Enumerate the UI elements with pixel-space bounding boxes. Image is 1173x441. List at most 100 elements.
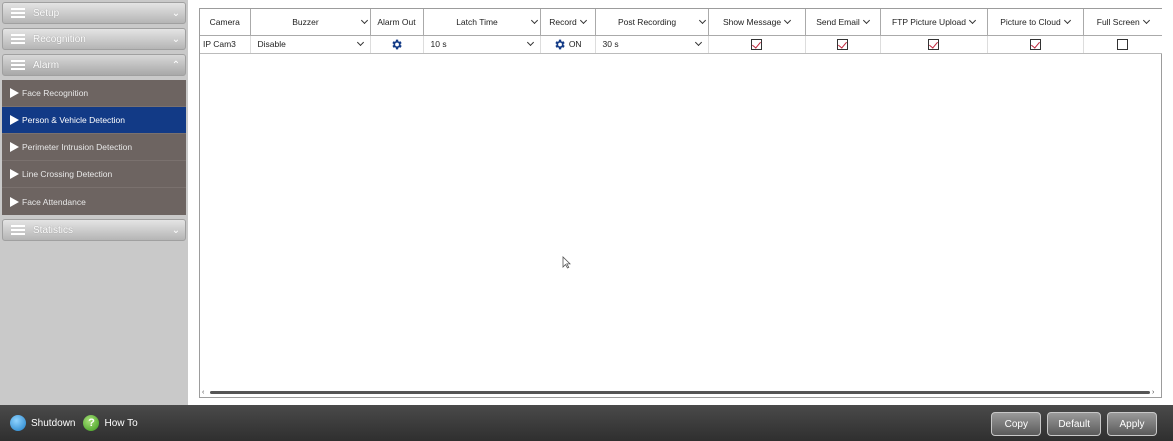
chevron-down-icon bbox=[862, 16, 870, 24]
show-message-cell bbox=[708, 35, 806, 54]
latch-time-select[interactable]: 10 s bbox=[423, 35, 541, 54]
scroll-left-icon[interactable]: ‹ bbox=[202, 389, 208, 396]
shutdown-label: Shutdown bbox=[31, 417, 76, 429]
how-to-label: How To bbox=[104, 417, 138, 429]
mouse-cursor-icon bbox=[562, 256, 571, 269]
show-message-checkbox[interactable] bbox=[751, 38, 762, 50]
col-header-post-recording[interactable]: Post Recording bbox=[595, 9, 709, 36]
sidebar-item-person-vehicle-detection[interactable]: Person & Vehicle Detection bbox=[2, 107, 186, 134]
col-header-full-screen[interactable]: Full Screen bbox=[1083, 9, 1162, 36]
gear-icon bbox=[555, 39, 566, 49]
col-header-label: Record bbox=[549, 16, 577, 27]
post-recording-value: 30 s bbox=[602, 39, 619, 49]
alarm-settings-panel: Camera Buzzer Alarm Out Latch Time Recor… bbox=[199, 8, 1162, 398]
sidebar-item-face-recognition[interactable]: Face Recognition bbox=[2, 80, 186, 107]
chevron-down-icon: ⌄ bbox=[171, 7, 181, 19]
col-header-buzzer[interactable]: Buzzer bbox=[250, 9, 371, 36]
chevron-down-icon bbox=[530, 16, 538, 24]
sidebar-section-alarm[interactable]: Alarm ⌃ bbox=[2, 54, 186, 76]
col-header-show-message[interactable]: Show Message bbox=[708, 9, 806, 36]
chevron-down-icon bbox=[526, 38, 534, 47]
sidebar-item-perimeter-intrusion[interactable]: Perimeter Intrusion Detection bbox=[2, 134, 186, 161]
col-header-label: Buzzer bbox=[292, 16, 319, 27]
default-button[interactable]: Default bbox=[1047, 412, 1101, 436]
record-settings-button[interactable]: ON bbox=[540, 35, 596, 54]
sidebar-item-label: Person & Vehicle Detection bbox=[22, 115, 126, 125]
alarm-submenu: Face Recognition Person & Vehicle Detect… bbox=[2, 80, 186, 215]
shutdown-button[interactable]: Shutdown bbox=[10, 415, 75, 431]
col-header-record[interactable]: Record bbox=[540, 9, 596, 36]
play-triangle-icon bbox=[10, 196, 19, 207]
copy-button[interactable]: Copy bbox=[991, 412, 1042, 436]
ftp-upload-checkbox[interactable] bbox=[928, 38, 939, 50]
chevron-down-icon bbox=[698, 16, 706, 24]
apply-button[interactable]: Apply bbox=[1107, 412, 1157, 436]
sidebar-item-label: Face Recognition bbox=[22, 88, 89, 98]
sidebar-item-label: Line Crossing Detection bbox=[22, 169, 113, 179]
chevron-down-icon bbox=[694, 38, 702, 47]
sidebar-section-setup[interactable]: Setup ⌄ bbox=[2, 2, 186, 24]
sidebar-section-recognition[interactable]: Recognition ⌄ bbox=[2, 28, 186, 50]
col-header-camera: Camera bbox=[200, 9, 251, 36]
play-triangle-icon bbox=[10, 115, 19, 125]
chevron-down-icon bbox=[360, 16, 368, 24]
sidebar-section-label: Recognition bbox=[33, 33, 86, 45]
latch-time-value: 10 s bbox=[430, 39, 447, 49]
power-icon bbox=[10, 415, 26, 431]
how-to-button[interactable]: ? How To bbox=[83, 415, 138, 431]
col-header-label: Send Email bbox=[816, 16, 860, 27]
ftp-upload-cell bbox=[880, 35, 988, 54]
sidebar-section-label: Setup bbox=[33, 7, 60, 19]
play-triangle-icon bbox=[10, 88, 19, 98]
col-header-label: FTP Picture Upload bbox=[891, 16, 966, 27]
chevron-down-icon: ⌄ bbox=[171, 224, 181, 236]
buzzer-select[interactable]: Disable bbox=[250, 35, 371, 54]
buzzer-select-value: Disable bbox=[257, 39, 286, 49]
col-header-alarm-out: Alarm Out bbox=[370, 9, 424, 36]
chevron-down-icon: ⌄ bbox=[171, 33, 181, 45]
sidebar-section-label: Alarm bbox=[33, 59, 60, 71]
alarm-settings-table: Camera Buzzer Alarm Out Latch Time Recor… bbox=[200, 9, 1162, 54]
send-email-cell bbox=[805, 35, 881, 54]
col-header-send-email[interactable]: Send Email bbox=[805, 9, 881, 36]
chevron-down-icon bbox=[968, 16, 977, 24]
chevron-up-icon: ⌃ bbox=[171, 59, 181, 71]
horizontal-scrollbar[interactable]: ‹ › bbox=[202, 389, 1158, 396]
play-triangle-icon bbox=[10, 169, 19, 179]
col-header-ftp-upload[interactable]: FTP Picture Upload bbox=[880, 9, 988, 36]
sidebar-section-label: Statistics bbox=[33, 224, 74, 236]
chevron-down-icon bbox=[1063, 16, 1071, 24]
send-email-checkbox[interactable] bbox=[837, 38, 848, 50]
scrollbar-thumb[interactable] bbox=[210, 390, 1150, 394]
cell-camera: IP Cam3 bbox=[200, 35, 251, 54]
menu-icon bbox=[11, 60, 25, 70]
play-triangle-icon bbox=[10, 142, 19, 152]
menu-icon bbox=[11, 8, 25, 18]
sidebar-item-label: Perimeter Intrusion Detection bbox=[22, 142, 133, 152]
sidebar-item-line-crossing[interactable]: Line Crossing Detection bbox=[2, 161, 186, 188]
menu-icon bbox=[11, 225, 25, 235]
app-window: Setup ⌄ Recognition ⌄ Alarm ⌃ Face Recog… bbox=[0, 0, 1173, 441]
gear-icon bbox=[392, 39, 402, 49]
bottom-toolbar: Shutdown ? How To Copy Default Apply bbox=[0, 405, 1173, 441]
sidebar-item-face-attendance[interactable]: Face Attendance bbox=[2, 188, 186, 215]
post-recording-select[interactable]: 30 s bbox=[595, 35, 709, 54]
col-header-picture-cloud[interactable]: Picture to Cloud bbox=[987, 9, 1084, 36]
col-header-latch-time[interactable]: Latch Time bbox=[423, 9, 541, 36]
chevron-down-icon bbox=[356, 38, 364, 47]
table-header-row: Camera Buzzer Alarm Out Latch Time Recor… bbox=[200, 9, 1162, 36]
full-screen-checkbox[interactable] bbox=[1117, 38, 1129, 50]
picture-cloud-checkbox[interactable] bbox=[1029, 38, 1041, 50]
col-header-label: Show Message bbox=[722, 16, 782, 27]
action-buttons: Copy Default Apply bbox=[991, 412, 1157, 436]
chevron-down-icon bbox=[579, 16, 587, 24]
help-icon: ? bbox=[83, 415, 100, 431]
menu-icon bbox=[11, 34, 25, 44]
col-header-label: Camera bbox=[209, 16, 240, 27]
scroll-right-icon[interactable]: › bbox=[1152, 389, 1158, 396]
table-row: IP Cam3 Disable 10 s ON 30 s bbox=[200, 35, 1162, 54]
col-header-label: Picture to Cloud bbox=[1000, 16, 1061, 27]
alarm-out-settings-button[interactable] bbox=[370, 35, 424, 54]
col-header-label: Alarm Out bbox=[377, 16, 416, 27]
sidebar-section-statistics[interactable]: Statistics ⌄ bbox=[2, 219, 186, 241]
